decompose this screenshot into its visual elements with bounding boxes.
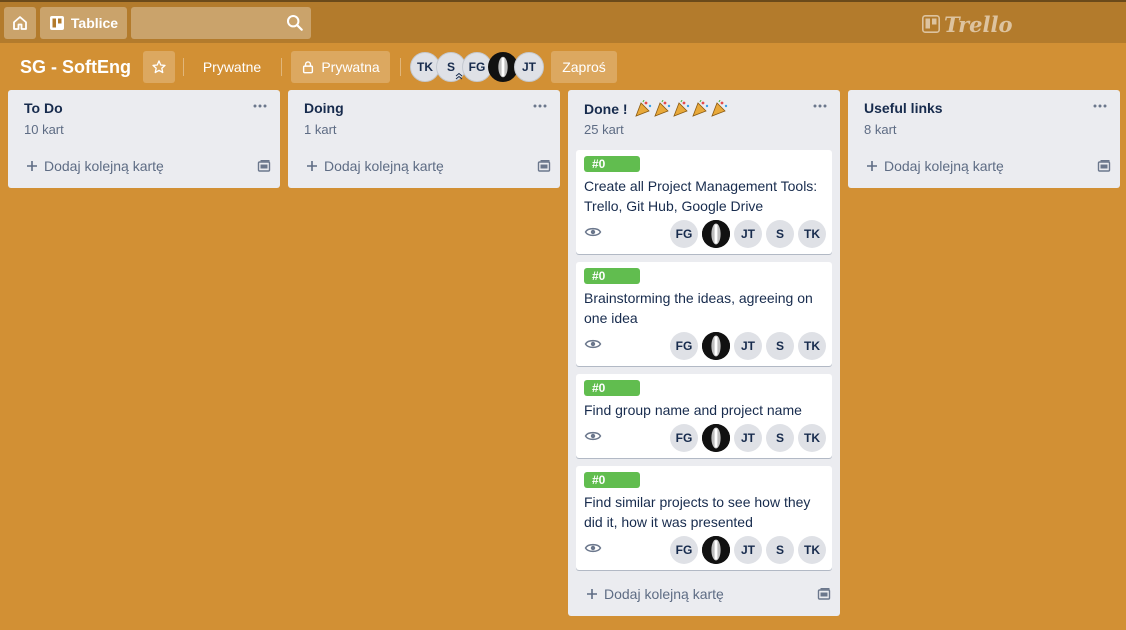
add-card-button[interactable]: Dodaj kolejną kartę <box>16 150 272 182</box>
add-card-label: Dodaj kolejną kartę <box>604 586 724 602</box>
star-icon <box>152 60 166 74</box>
plus-icon <box>27 161 37 171</box>
avatar-photo <box>702 332 730 360</box>
divider <box>183 58 184 76</box>
top-header: Tablice Trello <box>0 0 1126 43</box>
card-member-avatar[interactable] <box>702 332 730 360</box>
card-count: 8 kart <box>864 122 897 137</box>
card-title: Find group name and project name <box>584 402 802 418</box>
list-title[interactable]: Useful links <box>864 100 943 116</box>
eye-icon <box>584 543 602 553</box>
template-icon[interactable] <box>816 586 832 602</box>
card-member-avatar[interactable]: S <box>766 536 794 564</box>
add-card-label: Dodaj kolejną kartę <box>44 158 164 174</box>
card-member-avatar[interactable]: FG <box>670 536 698 564</box>
add-card-button[interactable]: Dodaj kolejną kartę <box>576 578 832 610</box>
list-title[interactable]: To Do <box>24 100 63 116</box>
card-member-avatar[interactable]: JT <box>734 424 762 452</box>
board-icon <box>49 16 64 30</box>
admin-chevron-icon <box>455 72 463 80</box>
search-icon[interactable] <box>286 14 304 32</box>
list-title-row[interactable]: Done ! <box>584 100 730 118</box>
avatar-photo <box>702 220 730 248</box>
template-icon[interactable] <box>536 158 552 174</box>
add-card-button[interactable]: Dodaj kolejną kartę <box>296 150 552 182</box>
card-member-avatar[interactable]: FG <box>670 220 698 248</box>
privacy-button[interactable]: Prywatna <box>291 51 390 83</box>
trello-logo[interactable]: Trello <box>922 11 1013 37</box>
card-label[interactable]: #0 <box>584 472 640 488</box>
plus-icon <box>587 589 597 599</box>
card[interactable]: #0 Brainstorming the ideas, agreeing on … <box>576 262 832 366</box>
search-input[interactable] <box>131 7 311 39</box>
card-label[interactable]: #0 <box>584 380 640 396</box>
list-useful-links: Useful links 8 kart Dodaj kolejną kartę <box>848 90 1120 188</box>
divider <box>281 58 282 76</box>
card[interactable]: #0 Create all Project Management Tools: … <box>576 150 832 254</box>
card-title: Create all Project Management Tools: Tre… <box>584 178 818 214</box>
avatar-photo <box>489 53 517 81</box>
card-member-avatar[interactable]: S <box>766 332 794 360</box>
team-visibility-button[interactable]: Prywatne <box>192 51 272 83</box>
card-title: Brainstorming the ideas, agreeing on one… <box>584 290 813 326</box>
lock-icon <box>303 61 314 74</box>
avatar-photo <box>702 424 730 452</box>
template-icon[interactable] <box>1096 158 1112 174</box>
board-title[interactable]: SG - SoftEng <box>10 51 141 83</box>
plus-icon <box>307 161 317 171</box>
more-icon[interactable] <box>532 98 548 114</box>
home-button[interactable] <box>4 7 36 39</box>
card-member-avatar[interactable]: FG <box>670 424 698 452</box>
card-member-avatar[interactable]: TK <box>798 220 826 248</box>
card-member-avatar[interactable] <box>702 536 730 564</box>
star-button[interactable] <box>143 51 175 83</box>
more-icon[interactable] <box>252 98 268 114</box>
card-member-avatar[interactable]: S <box>766 220 794 248</box>
list-title[interactable]: Doing <box>304 100 344 116</box>
card-member-avatar[interactable]: TK <box>798 536 826 564</box>
eye-icon <box>584 227 602 237</box>
card-member-avatar[interactable]: S <box>766 424 794 452</box>
divider <box>400 58 401 76</box>
eye-icon <box>584 431 602 441</box>
boards-button[interactable]: Tablice <box>40 7 127 39</box>
trello-logo-icon <box>922 15 940 33</box>
card-member-avatar[interactable]: TK <box>798 424 826 452</box>
card-count: 10 kart <box>24 122 64 137</box>
card-member-avatar[interactable]: JT <box>734 332 762 360</box>
template-icon[interactable] <box>256 158 272 174</box>
card-member-avatar[interactable]: JT <box>734 536 762 564</box>
add-card-label: Dodaj kolejną kartę <box>884 158 1004 174</box>
card-member-avatar[interactable] <box>702 424 730 452</box>
list-doing: Doing 1 kart Dodaj kolejną kartę <box>288 90 560 188</box>
home-icon <box>13 16 27 30</box>
party-popper-icon <box>634 100 727 117</box>
logo-text: Trello <box>944 11 1013 37</box>
list-done: Done ! 25 kart #0 Create all Project Man… <box>568 90 840 616</box>
board-member-avatar[interactable]: JT <box>514 52 544 82</box>
more-icon[interactable] <box>812 98 828 114</box>
add-card-button[interactable]: Dodaj kolejną kartę <box>856 150 1112 182</box>
card-title: Find similar projects to see how they di… <box>584 494 811 530</box>
list-title: Done ! <box>584 101 628 117</box>
card[interactable]: #0 Find group name and project name FG J… <box>576 374 832 458</box>
card-member-avatar[interactable] <box>702 220 730 248</box>
plus-icon <box>867 161 877 171</box>
card-member-avatar[interactable]: JT <box>734 220 762 248</box>
invite-button[interactable]: Zaproś <box>551 51 617 83</box>
list-to-do: To Do 10 kart Dodaj kolejną kartę <box>8 90 280 188</box>
privacy-label: Prywatna <box>321 59 380 75</box>
eye-icon <box>584 339 602 349</box>
add-card-label: Dodaj kolejną kartę <box>324 158 444 174</box>
card-label[interactable]: #0 <box>584 156 640 172</box>
card-count: 25 kart <box>584 122 624 137</box>
card-count: 1 kart <box>304 122 337 137</box>
more-icon[interactable] <box>1092 98 1108 114</box>
avatar-photo <box>702 536 730 564</box>
card-member-avatar[interactable]: TK <box>798 332 826 360</box>
card-member-avatar[interactable]: FG <box>670 332 698 360</box>
card-label[interactable]: #0 <box>584 268 640 284</box>
boards-label: Tablice <box>70 15 119 31</box>
card[interactable]: #0 Find similar projects to see how they… <box>576 466 832 570</box>
